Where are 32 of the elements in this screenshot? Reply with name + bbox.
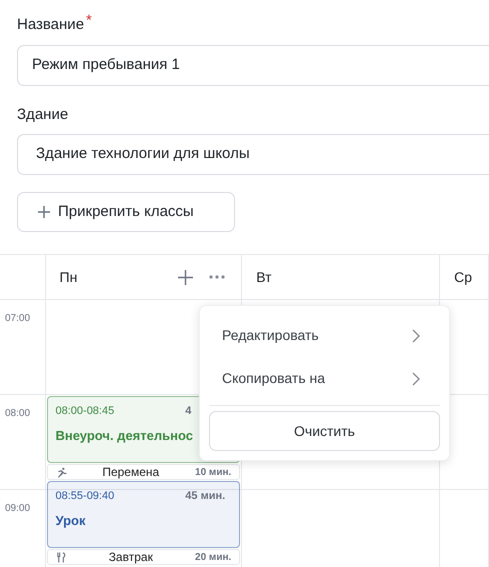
input-field[interactable]: Режим пребывания 1: [17, 44, 489, 86]
field-label: Название: [17, 15, 84, 35]
break-duration: 10 мин.: [195, 466, 232, 480]
clear-button[interactable]: Очистить: [209, 411, 440, 451]
hour-label: 07:00: [5, 313, 30, 324]
break-title: Перемена: [101, 465, 160, 479]
break-duration: 20 мин.: [195, 550, 232, 564]
lesson-title: Урок: [56, 512, 86, 530]
menu-item[interactable]: Редактировать: [209, 314, 440, 357]
day-header: Ср: [454, 268, 472, 287]
fork-knife-icon: [56, 552, 66, 562]
field-label: Здание: [17, 104, 70, 124]
lesson-duration: 45 мин.: [185, 489, 226, 504]
hour-label: 09:00: [5, 503, 30, 514]
lesson-time: 08:55-09:40: [56, 489, 114, 504]
chevron-right-icon: [412, 372, 420, 386]
lesson-duration: 4: [185, 404, 192, 419]
running-person-icon: [56, 466, 66, 478]
attach-classes-button[interactable]: Прикрепить классы: [17, 192, 235, 232]
lesson-title: Внеуроч. деятельнос: [56, 426, 194, 445]
plus-icon: [38, 206, 50, 218]
lesson-card[interactable]: 08:55-09:40 45 мин. Урок: [46, 481, 240, 548]
break-title: Завтрак: [108, 550, 154, 564]
plus-icon[interactable]: [178, 270, 194, 284]
day-header: Пн: [60, 268, 78, 286]
lesson-time: 08:00-08:45: [56, 404, 114, 419]
chevron-right-icon: [412, 328, 420, 342]
more-icon[interactable]: [209, 275, 226, 279]
hour-label: 08:00: [5, 408, 30, 419]
required-mark: *: [86, 14, 92, 28]
select-field[interactable]: Здание технологии для школы: [17, 134, 489, 175]
day-header: Вт: [256, 268, 273, 286]
